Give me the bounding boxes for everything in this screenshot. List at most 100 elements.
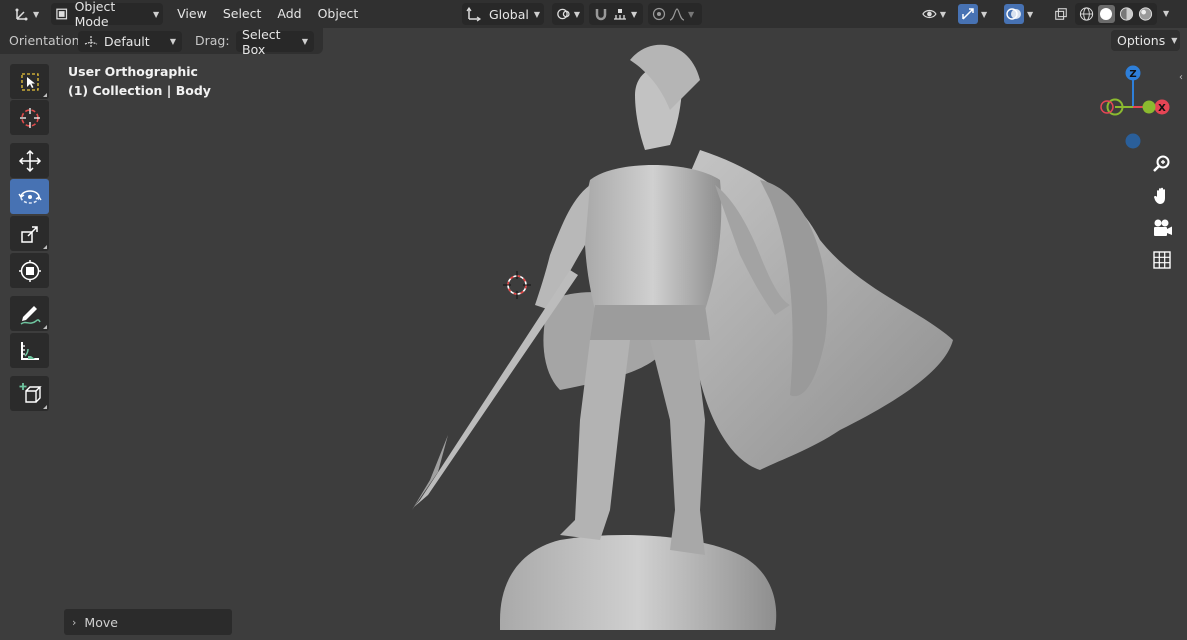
viewport-header: ▼ Object Mode ▼ View Select Add Object G… [0, 0, 1187, 29]
pivot-icon [557, 8, 570, 20]
rotate-tool[interactable] [10, 179, 49, 214]
transform-tool[interactable] [10, 253, 49, 288]
menu-add[interactable]: Add [269, 3, 309, 25]
gizmo-y-axis[interactable] [1142, 100, 1156, 114]
add-cube-tool[interactable] [10, 376, 49, 411]
chevron-down-icon: ▼ [301, 37, 308, 46]
chevron-down-icon: ▼ [533, 9, 540, 19]
measure-tool[interactable] [10, 333, 49, 368]
global-axis-icon [466, 6, 482, 22]
overlay-toggle-group: ▼ [1000, 3, 1042, 25]
cursor-tool[interactable] [10, 100, 49, 135]
mode-dropdown[interactable]: Object Mode ▼ [51, 0, 164, 29]
move-arrows-icon [18, 149, 41, 172]
collection-info-text: (1) Collection | Body [68, 83, 211, 98]
zoom-button[interactable] [1148, 150, 1176, 178]
chevron-down-icon: ▼ [573, 9, 580, 19]
header-menus: View Select Add Object [169, 3, 366, 25]
overlay-toggle-button[interactable] [1004, 4, 1024, 24]
rotate-icon [17, 189, 42, 204]
add-cube-icon [19, 382, 42, 403]
chevron-down-icon: ▼ [153, 9, 160, 19]
view-name-text: User Orthographic [68, 64, 198, 79]
select-box-tool[interactable] [10, 64, 49, 99]
overlay-icon [1006, 8, 1021, 20]
ruler-icon [20, 341, 39, 360]
pan-button[interactable] [1148, 182, 1176, 210]
chevron-right-icon: › [72, 615, 77, 629]
transform-icon [18, 259, 41, 282]
camera-icon [1154, 219, 1172, 236]
pencil-icon [20, 305, 41, 325]
visibility-dropdown[interactable]: ▼ [918, 3, 950, 25]
orientation-default-icon [84, 35, 98, 48]
scale-icon [20, 225, 38, 243]
transform-orientation-dropdown[interactable]: Global ▼ [462, 3, 544, 25]
gizmo-neg-z-axis[interactable] [1125, 133, 1141, 149]
chevron-down-icon[interactable]: ▼ [688, 10, 694, 19]
proportional-edit-icon[interactable] [652, 7, 666, 21]
menu-object[interactable]: Object [310, 3, 367, 25]
chevron-down-icon[interactable]: ▼ [1027, 10, 1033, 19]
chevron-down-icon: ▼ [33, 9, 40, 19]
options-label: Options [1117, 33, 1166, 48]
last-operator-panel[interactable]: › Move [64, 609, 232, 635]
zoom-magnifier-icon [1153, 155, 1170, 172]
xray-icon [1055, 8, 1067, 20]
drag-label: Drag: [195, 33, 230, 48]
3d-cursor-icon [19, 107, 40, 128]
gizmo-z-label: Z [1129, 69, 1136, 80]
falloff-curve-icon[interactable] [669, 7, 685, 21]
chevron-down-icon: ▼ [169, 37, 176, 46]
orientation-global-label: Global [489, 6, 529, 22]
drag-dropdown[interactable]: Select Box ▼ [236, 27, 314, 57]
xray-toggle-button[interactable] [1050, 3, 1072, 25]
chevron-down-icon[interactable]: ▼ [981, 10, 987, 19]
snap-magnet-icon[interactable] [593, 6, 609, 22]
tool-expand-indicator [43, 325, 47, 329]
navigation-gizmo[interactable]: Z X [1093, 62, 1175, 154]
rendered-shading-icon[interactable] [1138, 6, 1153, 22]
axis-editor-icon [15, 8, 28, 21]
wireframe-shading-icon[interactable] [1079, 6, 1094, 22]
shading-mode-group [1075, 3, 1157, 25]
annotate-tool[interactable] [10, 296, 49, 331]
menu-view[interactable]: View [169, 3, 215, 25]
tool-expand-indicator [43, 93, 47, 97]
chevron-down-icon: ▼ [1171, 36, 1178, 45]
move-tool[interactable] [10, 143, 49, 178]
options-dropdown[interactable]: Options ▼ [1111, 30, 1180, 51]
editor-type-button[interactable]: ▼ [10, 3, 43, 25]
solid-shading-icon [1100, 8, 1113, 20]
material-shading-icon[interactable] [1119, 6, 1134, 22]
solid-shading-button[interactable] [1098, 5, 1115, 23]
last-operator-label: Move [84, 614, 118, 630]
spartan-warrior-model[interactable] [400, 40, 970, 640]
gizmo-toggle-group: ▼ [954, 3, 996, 25]
orientation-value: Default [104, 34, 150, 49]
menu-select[interactable]: Select [215, 3, 270, 25]
pivot-point-dropdown[interactable]: ▼ [552, 3, 584, 25]
select-box-icon [20, 72, 39, 91]
gizmo-toggle-button[interactable] [958, 4, 978, 24]
camera-view-button[interactable] [1148, 214, 1176, 242]
tool-expand-indicator [43, 405, 47, 409]
proportional-edit-group: ▼ [648, 3, 702, 25]
hand-icon [1154, 187, 1165, 204]
sidebar-toggle-chevron-icon[interactable]: ‹ [1179, 72, 1183, 83]
gizmo-icon [962, 8, 974, 20]
grid-icon [1153, 251, 1171, 269]
shading-options-chevron-icon[interactable]: ▼ [1163, 9, 1169, 18]
object-mode-icon [56, 8, 68, 20]
scale-tool[interactable] [10, 216, 49, 251]
snap-increment-icon[interactable] [612, 6, 628, 22]
chevron-down-icon: ▼ [939, 9, 946, 19]
eye-icon [922, 9, 937, 19]
snap-group: ▼ [589, 3, 643, 25]
orientation-dropdown[interactable]: Default ▼ [78, 31, 182, 52]
tool-expand-indicator [43, 245, 47, 249]
chevron-down-icon[interactable]: ▼ [631, 10, 637, 19]
toggle-ortho-button[interactable] [1148, 246, 1176, 274]
gizmo-x-label: X [1158, 103, 1166, 114]
orientation-label: Orientation: [9, 33, 84, 48]
